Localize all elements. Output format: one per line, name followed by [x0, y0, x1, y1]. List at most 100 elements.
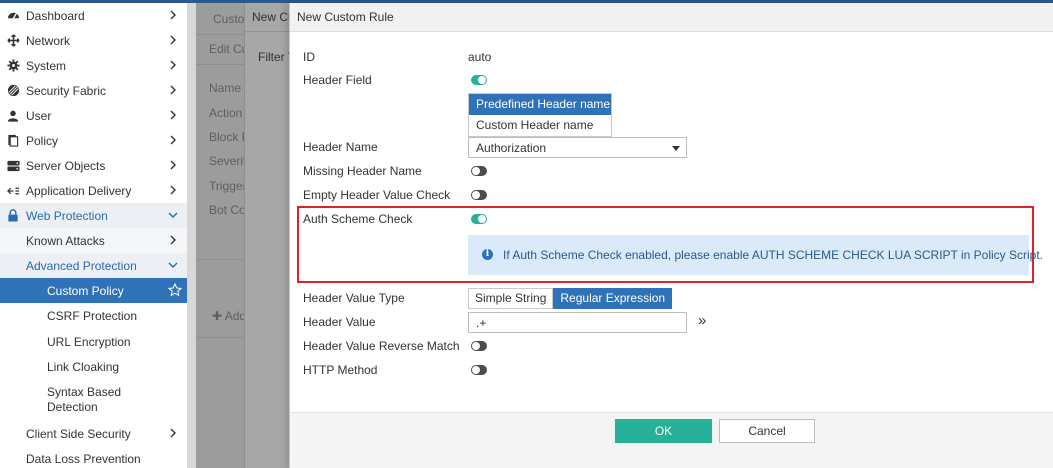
missing-header-name-label: Missing Header Name [303, 164, 422, 178]
caret-down-icon [672, 146, 680, 151]
option-predefined-header-name[interactable]: Predefined Header name [469, 94, 611, 115]
sidebar-item-label: Syntax Based Detection [47, 385, 122, 414]
sidebar-item-advanced-protection[interactable]: Advanced Protection [0, 253, 187, 278]
sidebar-item-label: Link Cloaking [47, 359, 120, 374]
auth-scheme-check-toggle[interactable] [471, 214, 487, 224]
sidebar-item-policy[interactable]: Policy [0, 128, 187, 153]
toggle-knob [472, 167, 480, 175]
sidebar-item-application-delivery[interactable]: Application Delivery [0, 178, 187, 203]
sidebar-item-label: Policy [26, 133, 59, 148]
ok-button[interactable]: OK [615, 419, 712, 443]
sidebar-item-url-encryption[interactable]: URL Encryption [0, 329, 187, 354]
chevron-right-icon [170, 85, 176, 95]
id-value: auto [468, 50, 492, 64]
toggle-knob [478, 215, 486, 223]
header-value-reverse-match-toggle[interactable] [471, 341, 487, 351]
toggle-knob [472, 366, 480, 374]
double-chevron-right-icon[interactable]: » [698, 313, 712, 329]
plus-icon: ✚ [212, 309, 225, 323]
sidebar-item-known-attacks[interactable]: Known Attacks [0, 228, 187, 253]
cancel-button[interactable]: Cancel [719, 419, 815, 443]
sidebar-item-label: Client Side Security [26, 426, 131, 441]
sidebar-item-security-fabric[interactable]: Security Fabric [0, 78, 187, 103]
info-text: If Auth Scheme Check enabled, please ena… [503, 248, 1044, 262]
new-custom-rule-dialog: New Custom Rule ID auto Header Field Pre… [289, 3, 1053, 468]
header-value-type-selector: Simple String Regular Expression [468, 288, 673, 309]
header-name-label: Header Name [303, 140, 378, 154]
sidebar-item-dashboard[interactable]: Dashboard [0, 3, 187, 28]
background-add-label: Add [224, 309, 247, 323]
sidebar-scrollbar[interactable] [188, 3, 196, 468]
sidebar-item-syntax-based-detection[interactable]: Syntax Based Detection [0, 381, 187, 419]
toggle-knob [478, 76, 486, 84]
header-value-type-label: Header Value Type [303, 291, 405, 305]
header-value-input[interactable]: .+ [468, 312, 687, 333]
sidebar-item-web-protection[interactable]: Web Protection [0, 203, 187, 228]
gear-icon [6, 59, 20, 73]
header-name-select[interactable]: Authorization [468, 137, 687, 158]
missing-header-name-toggle[interactable] [471, 166, 487, 176]
divider [196, 337, 244, 338]
sidebar-item-label: CSRF Protection [47, 308, 138, 323]
divider [196, 259, 244, 260]
sidebar-item-label: Server Objects [26, 158, 106, 173]
chevron-right-icon [170, 160, 176, 170]
sidebar-item-server-objects[interactable]: Server Objects [0, 153, 187, 178]
sidebar-item-label: Web Protection [26, 208, 108, 223]
info-icon: i [482, 249, 493, 260]
chevron-down-icon [168, 212, 178, 218]
regular-expression-option[interactable]: Regular Expression [553, 288, 673, 309]
background-edit-label: Edit Cu [209, 42, 249, 56]
header-value-reverse-match-label: Header Value Reverse Match [303, 339, 460, 353]
header-field-toggle[interactable] [471, 75, 487, 85]
header-value-label: Header Value [303, 315, 376, 329]
sidebar-item-label: Data Loss Prevention [26, 451, 141, 466]
sidebar-item-label: Custom Policy [47, 283, 124, 298]
sidebar-item-network[interactable]: Network [0, 28, 187, 53]
background-tab-label: Custo [213, 12, 245, 26]
divider [196, 64, 244, 65]
sidebar-item-data-loss-prevention[interactable]: Data Loss Prevention [0, 446, 187, 468]
chevron-right-icon [170, 10, 176, 20]
empty-header-value-check-toggle[interactable] [471, 190, 487, 200]
user-icon [6, 109, 20, 123]
chevron-right-icon [170, 135, 176, 145]
chevron-right-icon [170, 35, 176, 45]
sidebar-item-label: Advanced Protection [26, 258, 137, 273]
simple-string-option[interactable]: Simple String [468, 288, 554, 309]
chevron-right-icon [170, 185, 176, 195]
sidebar-item-user[interactable]: User [0, 103, 187, 128]
lock-icon [6, 209, 20, 223]
dialog-title: New Custom Rule [297, 10, 394, 24]
sidebar-item-system[interactable]: System [0, 53, 187, 78]
auth-scheme-check-label: Auth Scheme Check [303, 212, 413, 226]
background-field-label: Trigger [209, 179, 247, 193]
dialog-header: New Custom Rule [290, 3, 1053, 32]
sidebar-item-link-cloaking[interactable]: Link Cloaking [0, 354, 187, 379]
empty-header-value-check-label: Empty Header Value Check [303, 188, 451, 202]
sidebar-item-client-side-security[interactable]: Client Side Security [0, 421, 187, 446]
background-field-label: Bot Co [209, 203, 246, 217]
http-method-toggle[interactable] [471, 365, 487, 375]
sidebar-item-csrf-protection[interactable]: CSRF Protection [0, 303, 187, 328]
sidebar-item-label: System [26, 58, 67, 73]
sidebar-item-custom-policy[interactable]: Custom Policy [0, 278, 187, 303]
header-name-value: Authorization [476, 141, 547, 155]
sidebar-item-label: Known Attacks [26, 233, 105, 248]
application-delivery-icon [6, 184, 20, 198]
dashboard-icon [6, 9, 20, 23]
chevron-right-icon [170, 235, 176, 245]
id-label: ID [303, 50, 315, 64]
sidebar-item-label: URL Encryption [47, 334, 131, 349]
background-add-button: ✚ Add [212, 309, 246, 323]
server-icon [6, 159, 20, 173]
policy-icon [6, 134, 20, 148]
sidebar: Dashboard Network System Security Fabric… [0, 3, 188, 468]
background-field-label: Severit [209, 154, 247, 168]
star-icon[interactable] [168, 283, 182, 297]
chevron-right-icon [170, 110, 176, 120]
option-custom-header-name[interactable]: Custom Header name [469, 115, 611, 136]
http-method-label: HTTP Method [303, 363, 378, 377]
header-value-text: .+ [476, 316, 487, 330]
info-message: i If Auth Scheme Check enabled, please e… [468, 235, 1043, 275]
